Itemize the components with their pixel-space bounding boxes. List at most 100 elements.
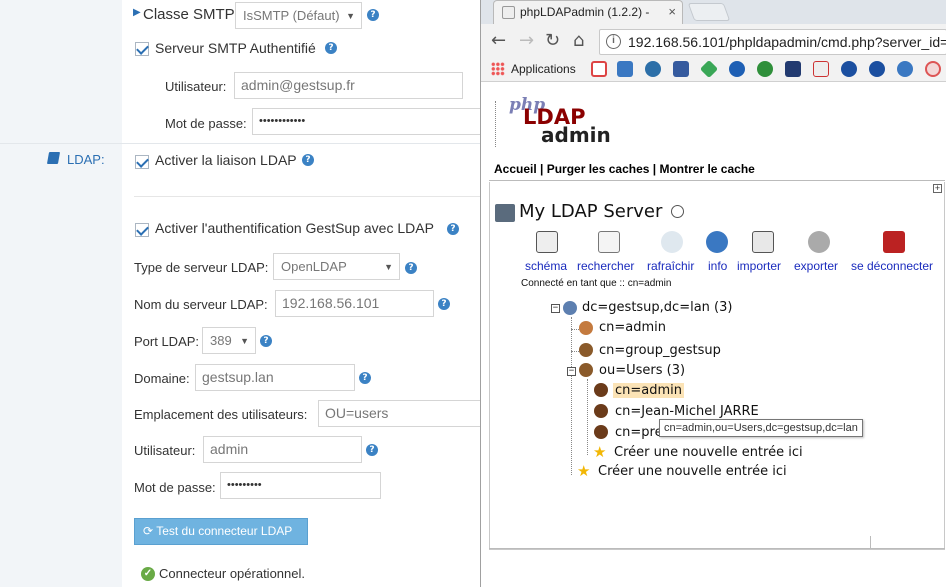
shield-icon[interactable] xyxy=(645,61,661,77)
test-ldap-button[interactable]: ⟳ Test du connecteur LDAP xyxy=(134,518,308,545)
reload-icon[interactable]: ↻ xyxy=(545,30,560,51)
help-icon[interactable]: ? xyxy=(447,223,459,235)
tree-root[interactable]: dc=gestsup,dc=lan (3) xyxy=(582,300,732,315)
help-icon[interactable]: ? xyxy=(367,9,379,21)
toolbar-logout[interactable]: se déconnecter xyxy=(851,259,933,273)
ldap-users-location-field[interactable]: OU=users xyxy=(318,400,480,427)
ccleaner-icon[interactable] xyxy=(841,61,857,77)
tab-phpldapadmin[interactable]: phpLDAPadmin (1.2.2) - × xyxy=(493,0,683,24)
search-icon[interactable] xyxy=(598,231,620,253)
check-circle-icon: ✓ xyxy=(141,567,155,581)
phpldapadmin-page: php LDAP admin Accueil | Purger les cach… xyxy=(481,83,946,587)
schema-icon[interactable] xyxy=(536,231,558,253)
caret-right-icon: ▶ xyxy=(133,7,141,18)
drive-icon[interactable] xyxy=(699,59,719,79)
top-menu[interactable]: Accueil | Purger les caches | Montrer le… xyxy=(494,162,755,176)
tab-strip: phpLDAPadmin (1.2.2) - × xyxy=(481,0,946,24)
server-icon xyxy=(495,204,515,222)
ldap-auth-checkbox[interactable] xyxy=(135,223,149,237)
ldap-type-label: Type de serveur LDAP: xyxy=(134,260,269,275)
smtp-class-select[interactable]: IsSMTP (Défaut) ▼ xyxy=(235,2,362,29)
panel-bottom-divider xyxy=(870,536,871,548)
close-icon[interactable]: × xyxy=(668,4,676,19)
help-icon[interactable]: ? xyxy=(260,335,272,347)
tree-ou-users[interactable]: ou=Users (3) xyxy=(599,363,685,378)
help-icon[interactable]: ? xyxy=(405,262,417,274)
pin-icon[interactable] xyxy=(925,61,941,77)
back-icon[interactable]: ← xyxy=(491,30,506,51)
refresh-icon[interactable] xyxy=(661,231,683,253)
ldap-server-field[interactable]: 192.168.56.101 xyxy=(275,290,434,317)
ldap-type-value: OpenLDAP xyxy=(281,259,347,274)
toolbar-search[interactable]: rechercher xyxy=(577,259,634,273)
connected-as: Connecté en tant que :: cn=admin xyxy=(521,278,672,289)
user-icon xyxy=(594,404,608,418)
smtp-user-field[interactable]: admin@gestsup.fr xyxy=(234,72,463,99)
info-icon[interactable] xyxy=(897,61,913,77)
clock-icon xyxy=(671,205,684,218)
cio-icon[interactable] xyxy=(785,61,801,77)
new-tab-button[interactable] xyxy=(687,3,731,21)
bookmarks-bar: Applications xyxy=(481,58,946,82)
e-icon[interactable] xyxy=(729,61,745,77)
tree-cn-admin[interactable]: cn=admin xyxy=(599,320,666,335)
toolbar-refresh[interactable]: rafraîchir xyxy=(647,259,694,273)
tree-line xyxy=(571,329,579,330)
toolbar-schema[interactable]: schéma xyxy=(525,259,567,273)
ldap-domain-field[interactable]: gestsup.lan xyxy=(195,364,355,391)
ldap-port-label: Port LDAP: xyxy=(134,334,200,349)
forward-icon[interactable]: → xyxy=(519,30,534,51)
gmail-icon[interactable] xyxy=(591,61,607,77)
tree-line xyxy=(571,351,579,352)
help-icon[interactable]: ? xyxy=(325,42,337,54)
tree-create-inner[interactable]: Créer une nouvelle entrée ici xyxy=(614,445,803,460)
ldap-user-field[interactable]: admin xyxy=(203,436,362,463)
ldap-type-select[interactable]: OpenLDAP ▼ xyxy=(273,253,400,280)
ou-icon xyxy=(579,363,593,377)
home-icon[interactable]: ⌂ xyxy=(573,30,584,51)
afe-icon[interactable] xyxy=(813,61,829,77)
toolbar-import[interactable]: importer xyxy=(737,259,781,273)
help-icon[interactable]: ? xyxy=(359,372,371,384)
help-icon[interactable]: ? xyxy=(302,154,314,166)
check-icon[interactable] xyxy=(757,61,773,77)
tree-user-third[interactable]: cn=pre xyxy=(615,425,663,440)
browser-window: phpLDAPadmin (1.2.2) - × ← → ↻ ⌂ i 192.1… xyxy=(480,0,946,587)
toolbar-info[interactable]: info xyxy=(708,259,727,273)
tree-group[interactable]: cn=group_gestsup xyxy=(599,343,721,358)
vw-icon[interactable] xyxy=(673,61,689,77)
chevron-down-icon: ▼ xyxy=(384,262,393,272)
toolbar-export[interactable]: exporter xyxy=(794,259,838,273)
logo-admin: admin xyxy=(541,123,611,147)
info-icon[interactable] xyxy=(706,231,728,253)
logout-icon[interactable] xyxy=(883,231,905,253)
tree-user-jmj[interactable]: cn=Jean-Michel JARRE xyxy=(615,404,759,419)
tree-create-outer[interactable]: Créer une nouvelle entrée ici xyxy=(598,464,787,479)
collapse-icon[interactable]: − xyxy=(567,367,576,376)
help-icon[interactable]: ? xyxy=(366,444,378,456)
apps-bookmark[interactable]: Applications xyxy=(511,62,576,76)
smtp-password-field[interactable]: •••••••••••• xyxy=(252,108,480,135)
smtp-auth-checkbox[interactable] xyxy=(135,42,149,56)
import-icon[interactable] xyxy=(752,231,774,253)
ccleaner-icon[interactable] xyxy=(869,61,885,77)
ldap-port-value: 389 xyxy=(210,333,232,348)
smtp-user-label: Utilisateur: xyxy=(165,79,227,94)
user-icon xyxy=(594,425,608,439)
connector-status-text: Connecteur opérationnel. xyxy=(159,566,305,581)
settings-label-column xyxy=(0,0,122,587)
collapse-icon[interactable]: − xyxy=(551,304,560,313)
calendar-icon[interactable] xyxy=(617,61,633,77)
apps-grid-icon xyxy=(491,62,505,76)
expand-icon[interactable]: + xyxy=(933,184,942,193)
tree-line xyxy=(587,379,588,455)
smtp-password-label: Mot de passe: xyxy=(165,116,247,131)
ldap-port-select[interactable]: 389 ▼ xyxy=(202,327,256,354)
address-bar[interactable]: i 192.168.56.101/phpldapadmin/cmd.php?se… xyxy=(599,29,946,55)
chevron-down-icon: ▼ xyxy=(346,11,355,21)
tree-user-admin[interactable]: cn=admin xyxy=(613,383,685,398)
export-icon[interactable] xyxy=(808,231,830,253)
help-icon[interactable]: ? xyxy=(438,298,450,310)
ldap-password-field[interactable]: ••••••••• xyxy=(220,472,381,499)
ldap-enable-checkbox[interactable] xyxy=(135,155,149,169)
